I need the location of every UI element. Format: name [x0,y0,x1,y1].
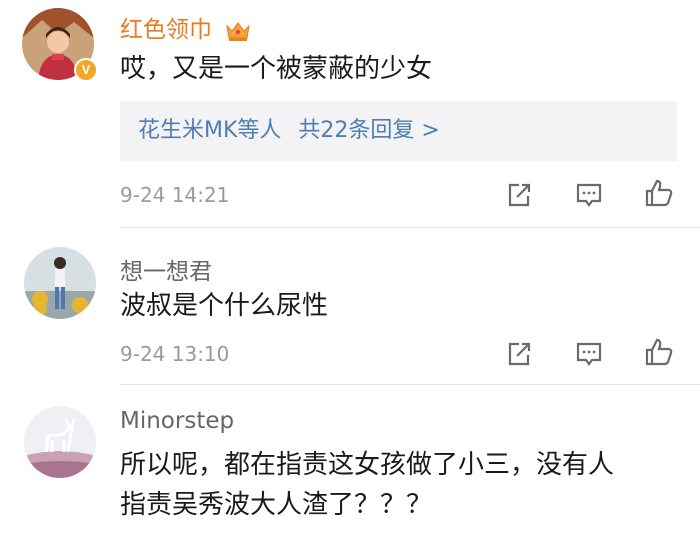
replies-link[interactable]: 花生米MK等人 共22条回复 > [120,101,677,161]
avatar-icon [24,247,96,319]
crown-icon [226,21,251,41]
username-text: 红色领巾 [120,17,212,43]
reply-count: 共22条回复 > [298,118,440,143]
comment-item: Minorstep 所以呢，都在指责这女孩做了小三，没有人 指责吴秀波大人渣了？… [0,384,700,534]
share-button[interactable] [504,339,534,369]
avatar[interactable] [24,406,96,478]
comment-username[interactable]: Minorstep [120,408,234,434]
like-button[interactable] [644,337,674,367]
comment-timestamp: 9-24 13:10 [120,342,230,366]
reply-names: 花生米MK等人 [138,118,282,143]
like-button[interactable] [644,178,674,208]
comment-icon [576,342,602,366]
like-icon [645,338,673,366]
verified-badge: V [74,58,98,82]
comment-username[interactable]: 想一想君 [120,252,212,286]
comment-button[interactable] [574,180,604,210]
comment-item: 想一想君 波叔是个什么尿性 9-24 13:10 [0,228,700,385]
share-button[interactable] [504,180,534,210]
comment-text-line: 指责吴秀波大人渣了？？？ [120,490,433,520]
comment-text: 哎，又是一个被蒙蔽的少女 [120,54,433,84]
comment-icon [576,183,602,207]
like-icon [645,179,673,207]
comment-text-line: 所以呢，都在指责这女孩做了小三，没有人 [120,450,615,480]
comment-username[interactable]: 红色领巾 [120,10,251,44]
share-icon [508,342,531,366]
share-icon [508,183,531,207]
comment-timestamp: 9-24 14:21 [120,183,230,207]
comment-item: V 红色领巾 哎，又是一个被蒙蔽的少女 花生米MK等人 共22条回复 > 9-2… [0,0,700,228]
comment-button[interactable] [574,339,604,369]
avatar[interactable] [24,247,96,319]
comment-text: 波叔是个什么尿性 [120,291,329,321]
avatar-icon [24,406,96,478]
